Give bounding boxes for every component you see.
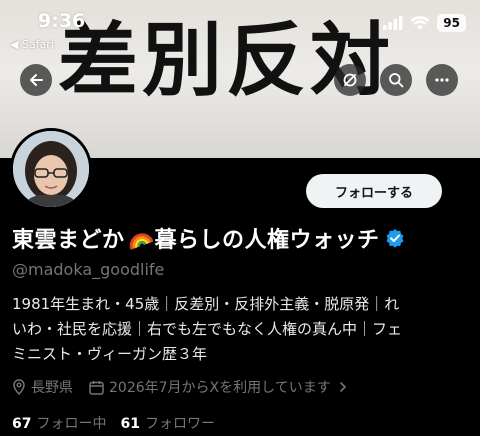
follow-stats: 67 フォロー中 61 フォロワー	[12, 413, 229, 433]
handle: @madoka_goodlife	[12, 260, 165, 279]
search-icon	[389, 73, 404, 88]
search-button[interactable]	[380, 64, 412, 96]
signal-icon	[383, 16, 403, 30]
location-pin-icon	[13, 379, 25, 395]
following-label[interactable]: フォロー中	[36, 413, 106, 433]
joined-date[interactable]: 2026年7月からXを利用しています	[109, 377, 331, 397]
wifi-icon	[410, 15, 430, 30]
display-name-part1: 東雲まどか	[12, 228, 125, 253]
refresh-button[interactable]	[334, 64, 366, 96]
refresh-icon	[343, 73, 357, 87]
profile-meta: 長野県 2026年7月からXを利用しています	[12, 377, 349, 397]
display-name-part2: 暮らしの人権ウォッチ	[154, 228, 380, 253]
status-bar: 9:36 ◀ Safari 95	[0, 0, 480, 51]
back-button[interactable]	[20, 64, 52, 96]
chevron-right-icon[interactable]	[337, 381, 349, 393]
followers-label[interactable]: フォロワー	[145, 413, 215, 433]
following-count[interactable]: 67	[12, 416, 31, 432]
bio-line: 1981年生まれ・45歳｜反差別・反排外主義・脱原発｜れ	[12, 295, 400, 313]
bio-line: いわ・社民を応援｜右でも左でもなく人権の真ん中｜フェ	[12, 320, 403, 338]
verified-badge-icon[interactable]	[385, 228, 405, 248]
more-icon	[435, 78, 449, 82]
status-icons: 95	[383, 14, 466, 32]
rainbow-emoji-icon	[129, 233, 153, 250]
more-button[interactable]	[426, 64, 458, 96]
display-name: 東雲まどか 暮らしの人権ウォッチ	[12, 222, 405, 254]
bio: 1981年生まれ・45歳｜反差別・反排外主義・脱原発｜れ いわ・社民を応援｜右で…	[12, 292, 472, 367]
back-arrow-icon	[30, 74, 43, 86]
calendar-icon	[89, 380, 104, 395]
follow-button[interactable]: フォローする	[306, 174, 442, 208]
battery-indicator: 95	[437, 14, 466, 32]
followers-count[interactable]: 61	[120, 416, 139, 432]
bio-line: ミニスト・ヴィーガン歴３年	[12, 345, 208, 363]
avatar-photo	[13, 131, 89, 207]
back-to-safari[interactable]: ◀ Safari	[10, 38, 54, 51]
status-time: 9:36	[38, 10, 86, 32]
location: 長野県	[31, 380, 73, 396]
avatar[interactable]	[10, 128, 92, 210]
